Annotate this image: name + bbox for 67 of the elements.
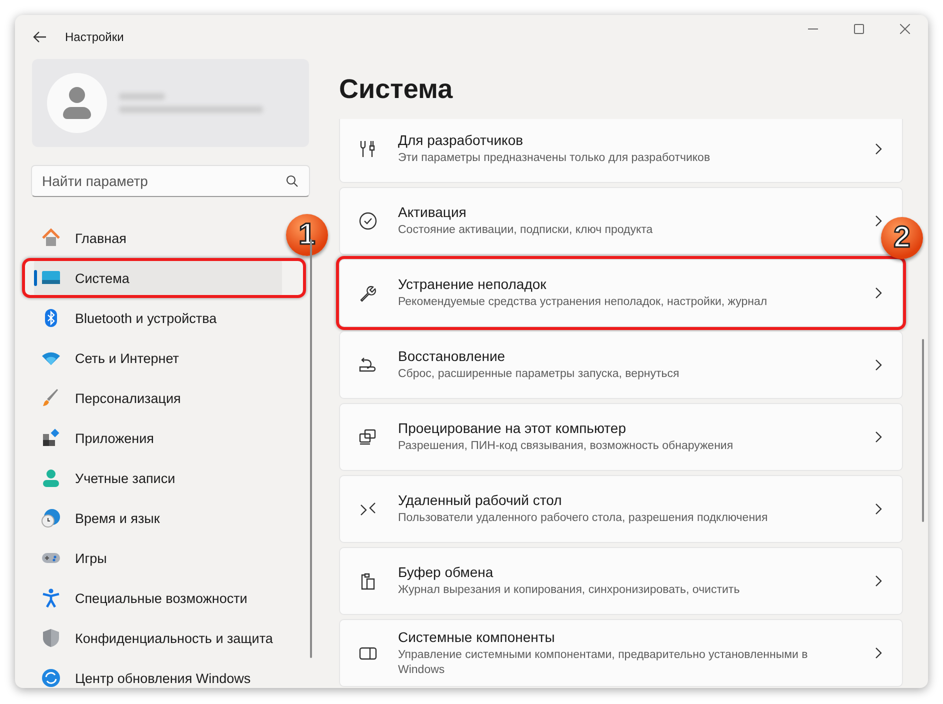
home-icon xyxy=(41,228,61,248)
window-title: Настройки xyxy=(65,30,124,44)
account-card[interactable] xyxy=(32,59,309,147)
card-description: Пользователи удаленного рабочего стола, разрешения подключения xyxy=(398,511,769,526)
card-title: Восстановление xyxy=(398,348,506,364)
settings-card[interactable]: Удаленный рабочий стол Пользователи удаленного рабочего стола, разрешения подключения xyxy=(339,475,903,543)
nav-item[interactable]: Игры xyxy=(34,538,282,578)
card-description: Рекомендуемые средства устранения неполадок, настройки, журнал xyxy=(398,295,768,310)
back-icon[interactable] xyxy=(33,31,47,43)
settings-card[interactable]: Для разработчиков Эти параметры предназначены только для разработчиков xyxy=(339,119,903,183)
card-title: Проецирование на этот компьютер xyxy=(398,420,627,436)
search-field[interactable]: Найти параметр xyxy=(31,165,310,197)
card-title: Буфер обмена xyxy=(398,564,494,580)
card-description: Разрешения, ПИН-код связывания, возможность обнаружения xyxy=(398,439,734,454)
card-description: Журнал вырезания и копирования, синхронизировать, очистить xyxy=(398,583,741,598)
settings-card[interactable]: Проецирование на этот компьютер Разрешения, ПИН-код связывания, возможность обнаружения xyxy=(339,403,903,471)
close-icon[interactable] xyxy=(900,24,910,34)
nav-item[interactable]: Центр обновления Windows xyxy=(34,658,282,688)
nav-item[interactable]: Bluetooth и устройства xyxy=(34,298,282,338)
callout-badge: 1 xyxy=(286,214,328,256)
card-description: Сброс, расширенные параметры запуска, вернуться xyxy=(398,367,680,382)
card-description: Эти параметры предназначены только для разработчиков xyxy=(398,151,712,166)
nav-item[interactable]: Приложения xyxy=(34,418,282,458)
card-title: Активация xyxy=(398,204,468,220)
nav-item[interactable]: Главная xyxy=(34,218,282,258)
search-icon xyxy=(286,175,298,187)
chevron-icon xyxy=(875,431,882,443)
nav-item[interactable]: Специальные возможности xyxy=(34,578,282,618)
apps-icon xyxy=(41,428,61,448)
brush-icon xyxy=(41,388,61,408)
chevron-icon xyxy=(875,143,882,155)
check-circle-icon xyxy=(358,211,378,231)
settings-card[interactable]: Системные компоненты Управление системными компонентами, предварительно установленными в Windows xyxy=(339,619,903,687)
card-description: Управление системными компонентами, предварительно установленными в Windows xyxy=(398,648,809,678)
chevron-icon xyxy=(875,215,882,227)
nav-item[interactable]: Сеть и Интернет xyxy=(34,338,282,378)
chevron-icon xyxy=(875,359,882,371)
settings-card[interactable]: Устранение неполадок Рекомендуемые средства устранения неполадок, настройки, журнал xyxy=(339,259,903,327)
page-title: Система xyxy=(339,73,454,106)
sync-icon xyxy=(41,668,61,688)
chevron-icon xyxy=(875,575,882,587)
nav-item[interactable]: Конфиденциальность и защита xyxy=(34,618,282,658)
accessibility-icon xyxy=(41,588,61,608)
maximize-icon[interactable] xyxy=(854,24,864,34)
selection-indicator xyxy=(34,270,37,286)
card-title: Для разработчиков xyxy=(398,132,524,148)
nav-item[interactable]: Время и язык xyxy=(34,498,282,538)
shield-icon xyxy=(41,628,61,648)
globe-clock-icon xyxy=(41,508,61,528)
card-title: Устранение неполадок xyxy=(398,276,548,292)
avatar-icon xyxy=(47,73,107,133)
card-title: Системные компоненты xyxy=(398,628,556,644)
scrollbar[interactable] xyxy=(922,339,924,522)
callout-badge: 2 xyxy=(881,217,923,259)
chevron-icon xyxy=(875,503,882,515)
nav-item[interactable]: Учетные записи xyxy=(34,458,282,498)
card-description: Состояние активации, подписки, ключ продукта xyxy=(398,223,654,238)
person-icon xyxy=(41,468,61,488)
chevron-icon xyxy=(875,647,882,659)
card-title: Удаленный рабочий стол xyxy=(398,492,563,508)
chevron-icon xyxy=(875,287,882,299)
settings-card[interactable]: Буфер обмена Журнал вырезания и копирования, синхронизировать, очистить xyxy=(339,547,903,615)
settings-card[interactable]: Восстановление Сброс, расширенные параметры запуска, вернуться xyxy=(339,331,903,399)
scrollbar[interactable] xyxy=(310,239,312,658)
wrench-icon xyxy=(358,283,378,303)
nav-item[interactable]: Персонализация xyxy=(34,378,282,418)
projector-icon xyxy=(358,427,378,447)
